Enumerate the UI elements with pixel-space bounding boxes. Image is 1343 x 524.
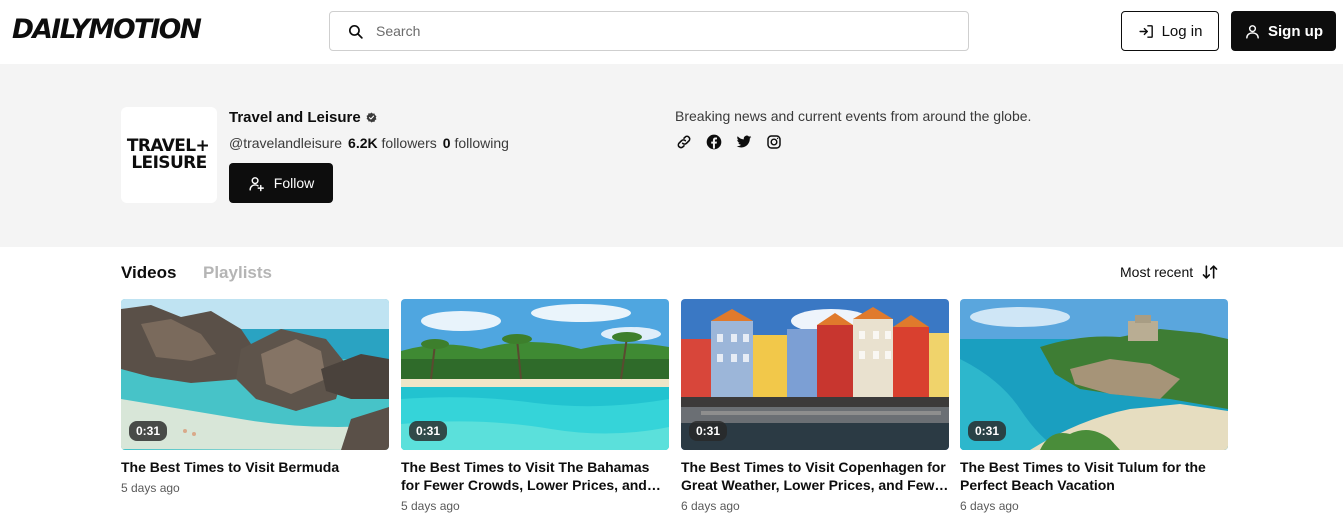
sort-icon (1202, 265, 1218, 279)
video-duration: 0:31 (968, 421, 1007, 441)
top-header: DAILYMOTION Log in Sign up (0, 0, 1343, 64)
channel-handle: @travelandleisure (229, 135, 343, 151)
video-title[interactable]: The Best Times to Visit Bermuda (121, 458, 389, 476)
login-icon (1138, 24, 1153, 38)
video-date: 6 days ago (681, 499, 740, 513)
sign-up-button[interactable]: Sign up (1231, 11, 1336, 51)
followers-count: 6.2K (348, 135, 378, 151)
instagram-icon[interactable] (766, 134, 782, 150)
followers-label: followers (381, 135, 437, 151)
avatar-logo-line2: LEISURE (131, 153, 207, 173)
dailymotion-logo[interactable]: DAILYMOTION (12, 14, 202, 45)
video-title[interactable]: The Best Times to Visit Copenhagen for G… (681, 458, 949, 494)
video-card[interactable]: 0:31 The Best Times to Visit Copenhagen … (681, 299, 949, 513)
video-date: 5 days ago (401, 499, 460, 513)
follow-button[interactable]: Follow (229, 163, 333, 203)
add-user-icon (249, 176, 264, 191)
following-label: following (454, 135, 509, 151)
follow-label: Follow (273, 175, 315, 191)
video-card[interactable]: 0:31 The Best Times to Visit Tulum for t… (960, 299, 1228, 513)
user-icon (1246, 24, 1259, 39)
log-in-button[interactable]: Log in (1121, 11, 1219, 51)
log-in-label: Log in (1161, 22, 1203, 40)
followers-stat: 6.2K followers (348, 135, 437, 151)
verified-badge-icon (366, 112, 377, 123)
channel-name-text: Travel and Leisure (229, 109, 361, 126)
following-count: 0 (442, 135, 451, 151)
video-card[interactable]: 0:31 The Best Times to Visit Bermuda 5 d… (121, 299, 389, 495)
channel-stats: @travelandleisure 6.2K followers 0 follo… (229, 135, 509, 151)
video-card[interactable]: 0:31 The Best Times to Visit The Bahamas… (401, 299, 669, 513)
video-thumbnail[interactable]: 0:31 (960, 299, 1228, 450)
social-links (676, 134, 782, 150)
video-thumbnail[interactable]: 0:31 (401, 299, 669, 450)
video-thumbnail[interactable]: 0:31 (681, 299, 949, 450)
channel-name: Travel and Leisure (229, 109, 377, 126)
channel-avatar[interactable]: TRAVEL+ LEISURE (121, 107, 217, 203)
twitter-icon[interactable] (736, 134, 752, 150)
facebook-icon[interactable] (706, 134, 722, 150)
video-thumbnail[interactable]: 0:31 (121, 299, 389, 450)
link-icon[interactable] (676, 134, 692, 150)
tab-playlists[interactable]: Playlists (203, 263, 272, 283)
search-icon (348, 24, 363, 39)
video-title[interactable]: The Best Times to Visit Tulum for the Pe… (960, 458, 1228, 494)
video-date: 6 days ago (960, 499, 1019, 513)
video-title[interactable]: The Best Times to Visit The Bahamas for … (401, 458, 669, 494)
video-date: 5 days ago (121, 481, 180, 495)
video-duration: 0:31 (409, 421, 448, 441)
channel-description: Breaking news and current events from ar… (675, 108, 1032, 124)
sort-dropdown[interactable]: Most recent (1120, 264, 1219, 280)
channel-header: TRAVEL+ LEISURE Travel and Leisure @trav… (0, 64, 1343, 247)
sort-label: Most recent (1120, 264, 1194, 280)
sign-up-label: Sign up (1268, 22, 1323, 40)
tab-videos[interactable]: Videos (121, 263, 176, 283)
search-bar[interactable] (329, 11, 969, 51)
search-input[interactable] (376, 23, 936, 39)
video-duration: 0:31 (129, 421, 168, 441)
following-stat: 0 following (443, 135, 509, 151)
video-duration: 0:31 (689, 421, 728, 441)
